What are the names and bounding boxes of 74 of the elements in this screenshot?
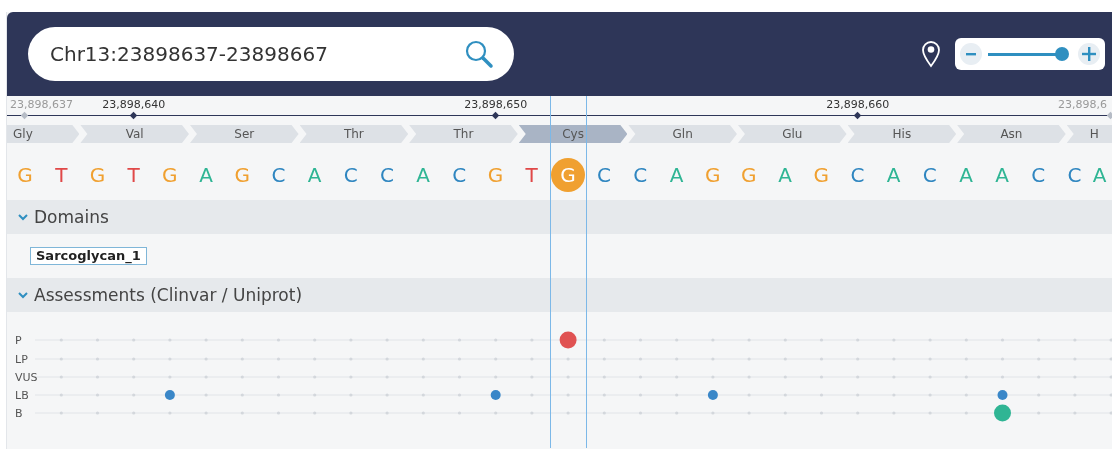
base-letter[interactable]: G <box>477 158 514 192</box>
base-letter[interactable]: T <box>513 158 550 192</box>
base-letter[interactable]: C <box>911 158 948 192</box>
base-letter[interactable]: G <box>694 158 731 192</box>
chevron-icon[interactable] <box>18 291 28 299</box>
position-label: 23,898,650 <box>464 98 528 111</box>
amino-acid-segment[interactable]: Thr <box>299 125 409 143</box>
base-letter[interactable]: A <box>405 158 442 192</box>
base-letter[interactable]: C <box>622 158 659 192</box>
slider-thumb[interactable] <box>1054 47 1069 61</box>
base-letter[interactable]: A <box>766 158 804 192</box>
section-title: Assessments (Clinvar / Uniprot) <box>34 285 302 305</box>
assessment-dot[interactable] <box>559 331 577 349</box>
amino-acid-segment[interactable]: Ser <box>190 125 299 143</box>
amino-acid-segment[interactable]: Val <box>80 125 189 143</box>
amino-acid-segment[interactable]: Gln <box>628 125 737 143</box>
base-letter[interactable]: C <box>332 158 369 192</box>
base-letter[interactable]: T <box>115 158 152 192</box>
position-label: 23,898,640 <box>102 98 166 111</box>
amino-acid-segment[interactable]: Asn <box>957 125 1066 143</box>
zoom-out-button[interactable] <box>960 43 982 65</box>
row-label: LB <box>15 389 29 402</box>
zoom-in-button[interactable] <box>1078 43 1100 65</box>
base-letter[interactable]: A <box>658 158 695 192</box>
row-label: B <box>15 407 23 420</box>
base-letter[interactable]: C <box>441 158 478 192</box>
base-letter[interactable]: T <box>43 158 80 192</box>
base-letter[interactable]: G <box>224 158 261 192</box>
row-label: VUS <box>15 371 38 384</box>
base-letter[interactable]: G <box>151 158 188 192</box>
amino-acid-segment[interactable]: H <box>1066 125 1112 143</box>
base-letter[interactable]: A <box>947 158 985 192</box>
plus-icon <box>1082 47 1096 61</box>
location-pin-icon[interactable] <box>921 40 941 68</box>
amino-acid-segment[interactable]: Thr <box>409 125 518 143</box>
position-label: 23,898,660 <box>826 98 890 111</box>
minus-icon <box>966 52 976 56</box>
base-letter[interactable]: A <box>875 158 912 192</box>
assessment-dot[interactable] <box>164 390 175 400</box>
chevron-icon[interactable] <box>18 213 28 221</box>
base-letter[interactable]: C <box>1020 158 1057 192</box>
base-letter[interactable]: A <box>296 158 333 192</box>
base-letter[interactable]: A <box>984 158 1021 192</box>
section-title: Domains <box>34 207 109 227</box>
domain-tag[interactable]: Sarcoglycan_1 <box>30 247 147 265</box>
base-letter[interactable]: C <box>1056 158 1093 192</box>
position-label: 23,898,6 <box>1058 98 1107 111</box>
amino-acid-segment[interactable]: Gly <box>7 125 80 143</box>
position-label: 23,898,637 <box>10 98 73 111</box>
assessment-dot[interactable] <box>490 390 501 400</box>
search-bar[interactable]: Chr13:23898637-23898667 <box>28 27 514 81</box>
amino-acid-segment[interactable]: Glu <box>737 125 847 143</box>
base-letter[interactable]: G <box>7 158 44 192</box>
assessment-dot[interactable] <box>994 404 1011 422</box>
search-field[interactable]: Chr13:23898637-23898667 <box>50 42 464 66</box>
assessment-dot[interactable] <box>997 390 1008 400</box>
assessments-section-header[interactable]: Assessments (Clinvar / Uniprot) <box>7 278 1112 312</box>
search-icon[interactable] <box>464 39 494 69</box>
amino-acid-segment[interactable]: His <box>847 125 957 143</box>
amino-acid-segment[interactable]: Cys <box>518 125 628 143</box>
base-letter[interactable]: C <box>586 158 623 192</box>
base-letter[interactable]: G <box>803 158 840 192</box>
base-letter[interactable]: A <box>1092 158 1108 192</box>
base-letter[interactable]: C <box>260 158 297 192</box>
row-label: P <box>15 334 22 347</box>
row-label: LP <box>15 353 28 366</box>
base-letter[interactable]: G <box>730 158 767 192</box>
base-letter[interactable]: A <box>187 158 225 192</box>
assessment-dot[interactable] <box>707 390 718 400</box>
base-letter[interactable]: C <box>368 158 406 192</box>
selected-base[interactable]: G <box>550 158 585 192</box>
base-letter[interactable]: G <box>79 158 116 192</box>
base-letter[interactable]: C <box>839 158 876 192</box>
domains-section-header[interactable]: Domains <box>7 200 1112 234</box>
